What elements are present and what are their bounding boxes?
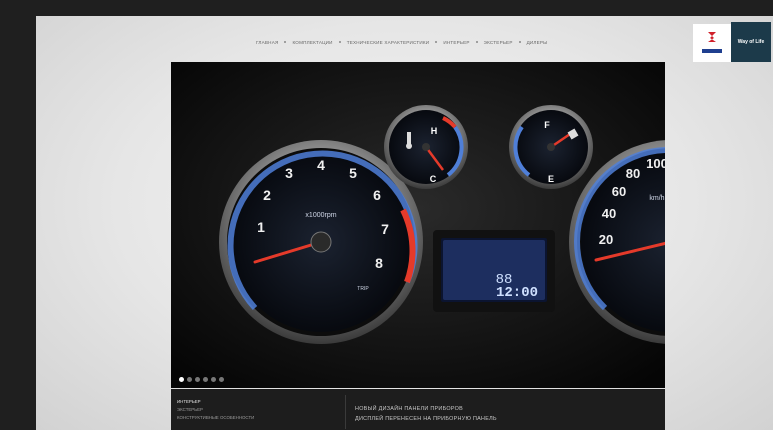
nav-separator bbox=[338, 41, 341, 43]
nav-separator bbox=[518, 41, 521, 43]
speed-label-60: 60 bbox=[612, 184, 626, 199]
center-display: 88 12:00 bbox=[433, 230, 555, 312]
slider-dot[interactable] bbox=[219, 377, 224, 382]
tach-label-6: 6 bbox=[373, 187, 381, 203]
section-exterior[interactable]: ЭКСТЕРЬЕР bbox=[177, 406, 337, 414]
tach-label-8: 8 bbox=[375, 255, 383, 271]
temp-low-label: C bbox=[430, 174, 437, 184]
way-of-life-badge[interactable]: Way of Life bbox=[731, 22, 771, 62]
tach-label-7: 7 bbox=[381, 221, 389, 237]
speed-label-100: 100 bbox=[646, 156, 665, 171]
badge-label: Way of Life bbox=[737, 39, 765, 45]
top-border bbox=[0, 0, 773, 16]
speed-label-20: 20 bbox=[599, 232, 613, 247]
temp-high-label: H bbox=[431, 126, 438, 136]
nav-separator bbox=[435, 41, 438, 43]
speed-label-40: 40 bbox=[602, 206, 616, 221]
section-menu: ИНТЕРЬЕР ЭКСТЕРЬЕР КОНСТРУКТИВНЫЕ ОСОБЕН… bbox=[177, 398, 337, 422]
main-nav: ГЛАВНАЯ КОМПЛЕКТАЦИИ ТЕХНИЧЕСКИЕ ХАРАКТЕ… bbox=[256, 36, 547, 48]
tach-label-3: 3 bbox=[285, 165, 293, 181]
caption-text: НОВЫЙ ДИЗАЙН ПАНЕЛИ ПРИБОРОВ ДИСПЛЕЙ ПЕР… bbox=[355, 404, 497, 424]
browser-frame: ГЛАВНАЯ КОМПЛЕКТАЦИИ ТЕХНИЧЕСКИЕ ХАРАКТЕ… bbox=[0, 0, 773, 430]
dashboard-image: 1 2 3 4 5 6 7 8 x1000rpm TRIP H C F E 20… bbox=[171, 62, 665, 388]
nav-dealers[interactable]: ДИЛЕРЫ bbox=[527, 40, 548, 45]
caption-line-2: ДИСПЛЕЙ ПЕРЕНЕСЕН НА ПРИБОРНУЮ ПАНЕЛЬ bbox=[355, 416, 497, 422]
nav-separator bbox=[475, 41, 478, 43]
section-features[interactable]: КОНСТРУКТИВНЫЕ ОСОБЕННОСТИ bbox=[177, 414, 337, 422]
section-interior[interactable]: ИНТЕРЬЕР bbox=[177, 398, 337, 406]
lcd-clock: 12:00 bbox=[496, 285, 538, 301]
caption-divider bbox=[345, 395, 346, 429]
left-border bbox=[0, 0, 36, 430]
suzuki-logo-icon bbox=[702, 32, 722, 53]
slider-dots bbox=[179, 377, 224, 382]
slider-dot[interactable] bbox=[187, 377, 192, 382]
image-slider[interactable]: 1 2 3 4 5 6 7 8 x1000rpm TRIP H C F E 20… bbox=[171, 62, 665, 388]
speed-label-80: 80 bbox=[626, 166, 640, 181]
slider-dot[interactable] bbox=[211, 377, 216, 382]
nav-trims[interactable]: КОМПЛЕКТАЦИИ bbox=[292, 40, 332, 45]
fuel-full-label: F bbox=[544, 120, 550, 130]
nav-specs[interactable]: ТЕХНИЧЕСКИЕ ХАРАКТЕРИСТИКИ bbox=[347, 40, 430, 45]
nav-interior[interactable]: ИНТЕРЬЕР bbox=[443, 40, 469, 45]
slider-dot[interactable] bbox=[203, 377, 208, 382]
slider-dot[interactable] bbox=[179, 377, 184, 382]
nav-separator bbox=[284, 41, 287, 43]
slider-dot[interactable] bbox=[195, 377, 200, 382]
tach-label-5: 5 bbox=[349, 165, 357, 181]
tach-label-2: 2 bbox=[263, 187, 271, 203]
temperature-gauge bbox=[384, 105, 468, 189]
tach-label-4: 4 bbox=[317, 157, 325, 173]
tach-sub-label: TRIP bbox=[357, 286, 369, 292]
nav-exterior[interactable]: ЭКСТЕРЬЕР bbox=[484, 40, 513, 45]
caption-bar: ИНТЕРЬЕР ЭКСТЕРЬЕР КОНСТРУКТИВНЫЕ ОСОБЕН… bbox=[171, 389, 665, 430]
speed-unit: km/h bbox=[649, 195, 664, 202]
tach-unit: x1000rpm bbox=[305, 212, 336, 219]
caption-line-1: НОВЫЙ ДИЗАЙН ПАНЕЛИ ПРИБОРОВ bbox=[355, 406, 464, 412]
tach-label-1: 1 bbox=[257, 219, 265, 235]
fuel-empty-label: E bbox=[548, 174, 554, 184]
suzuki-logo[interactable] bbox=[693, 24, 731, 62]
nav-home[interactable]: ГЛАВНАЯ bbox=[256, 40, 278, 45]
page: ГЛАВНАЯ КОМПЛЕКТАЦИИ ТЕХНИЧЕСКИЕ ХАРАКТЕ… bbox=[36, 16, 773, 430]
